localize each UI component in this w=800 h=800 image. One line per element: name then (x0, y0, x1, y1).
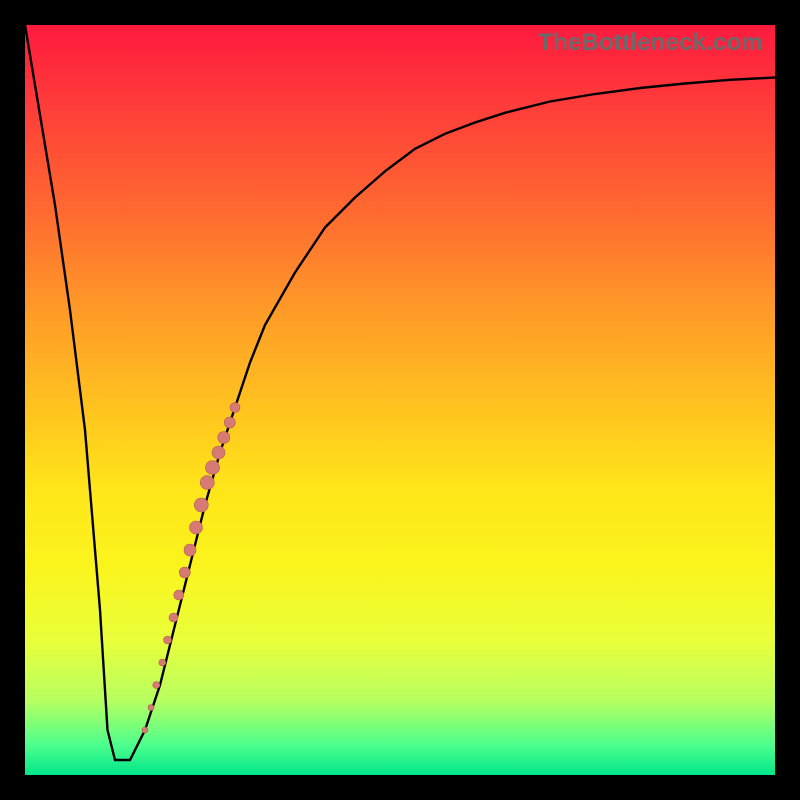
data-dot (194, 498, 208, 512)
data-dot (174, 590, 184, 600)
data-dot (212, 446, 225, 459)
data-dot (153, 682, 160, 689)
data-dot (190, 521, 203, 534)
data-dot (142, 727, 148, 733)
data-dot (148, 705, 154, 711)
data-dot (224, 417, 235, 428)
data-dot (159, 659, 166, 666)
data-dot (184, 544, 196, 556)
chart-svg (25, 25, 775, 775)
data-dot (218, 432, 230, 444)
data-dot (179, 567, 190, 578)
chart-frame: TheBottleneck.com (0, 0, 800, 800)
bottleneck-curve (25, 25, 775, 760)
data-dot (206, 461, 220, 475)
data-dot (230, 403, 240, 413)
data-dot (164, 636, 172, 644)
dot-cluster (142, 403, 240, 734)
plot-area: TheBottleneck.com (25, 25, 775, 775)
data-dot (169, 613, 178, 622)
data-dot (200, 476, 214, 490)
